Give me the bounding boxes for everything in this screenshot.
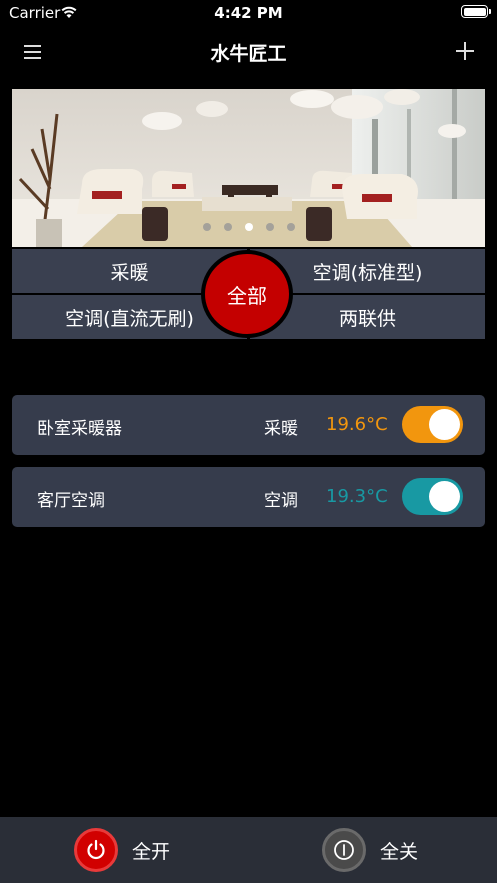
status-bar: Carrier 4:42 PM — [0, 0, 497, 26]
all-on-label: 全开 — [132, 840, 171, 863]
power-off-icon — [322, 828, 366, 872]
status-time: 4:42 PM — [214, 4, 283, 22]
carousel-dot[interactable] — [265, 223, 274, 231]
carousel-dot-active[interactable] — [244, 223, 253, 231]
category-all-button[interactable]: 全部 — [201, 250, 293, 338]
device-temperature: 19.6°C — [326, 414, 388, 435]
banner-carousel[interactable] — [12, 89, 485, 247]
device-name: 客厅空调 — [37, 491, 105, 511]
category-all-label: 全部 — [205, 254, 289, 334]
all-off-label: 全关 — [380, 840, 419, 863]
carousel-dot[interactable] — [286, 223, 295, 231]
device-type: 采暖 — [264, 419, 298, 439]
carousel-dot[interactable] — [202, 223, 211, 231]
carousel-indicator — [12, 223, 485, 231]
all-on-button[interactable]: 全开 — [74, 828, 170, 872]
device-power-toggle[interactable] — [402, 478, 463, 515]
plus-icon[interactable] — [451, 38, 479, 66]
device-card[interactable]: 客厅空调 空调 19.3°C — [12, 467, 485, 527]
device-name: 卧室采暖器 — [37, 419, 122, 439]
battery-icon — [461, 5, 491, 18]
power-icon — [74, 828, 118, 872]
category-selector: 采暖 空调(标准型) 空调(直流无刷) 两联供 全部 — [12, 249, 485, 339]
carousel-dot[interactable] — [223, 223, 232, 231]
nav-bar: 水牛匠工 — [0, 30, 497, 74]
device-temperature: 19.3°C — [326, 486, 388, 507]
bottom-action-bar: 全开 全关 — [0, 817, 497, 883]
device-power-toggle[interactable] — [402, 406, 463, 443]
all-off-button[interactable]: 全关 — [322, 828, 418, 872]
page-title: 水牛匠工 — [210, 43, 287, 65]
device-card[interactable]: 卧室采暖器 采暖 19.6°C — [12, 395, 485, 455]
device-type: 空调 — [264, 491, 298, 511]
